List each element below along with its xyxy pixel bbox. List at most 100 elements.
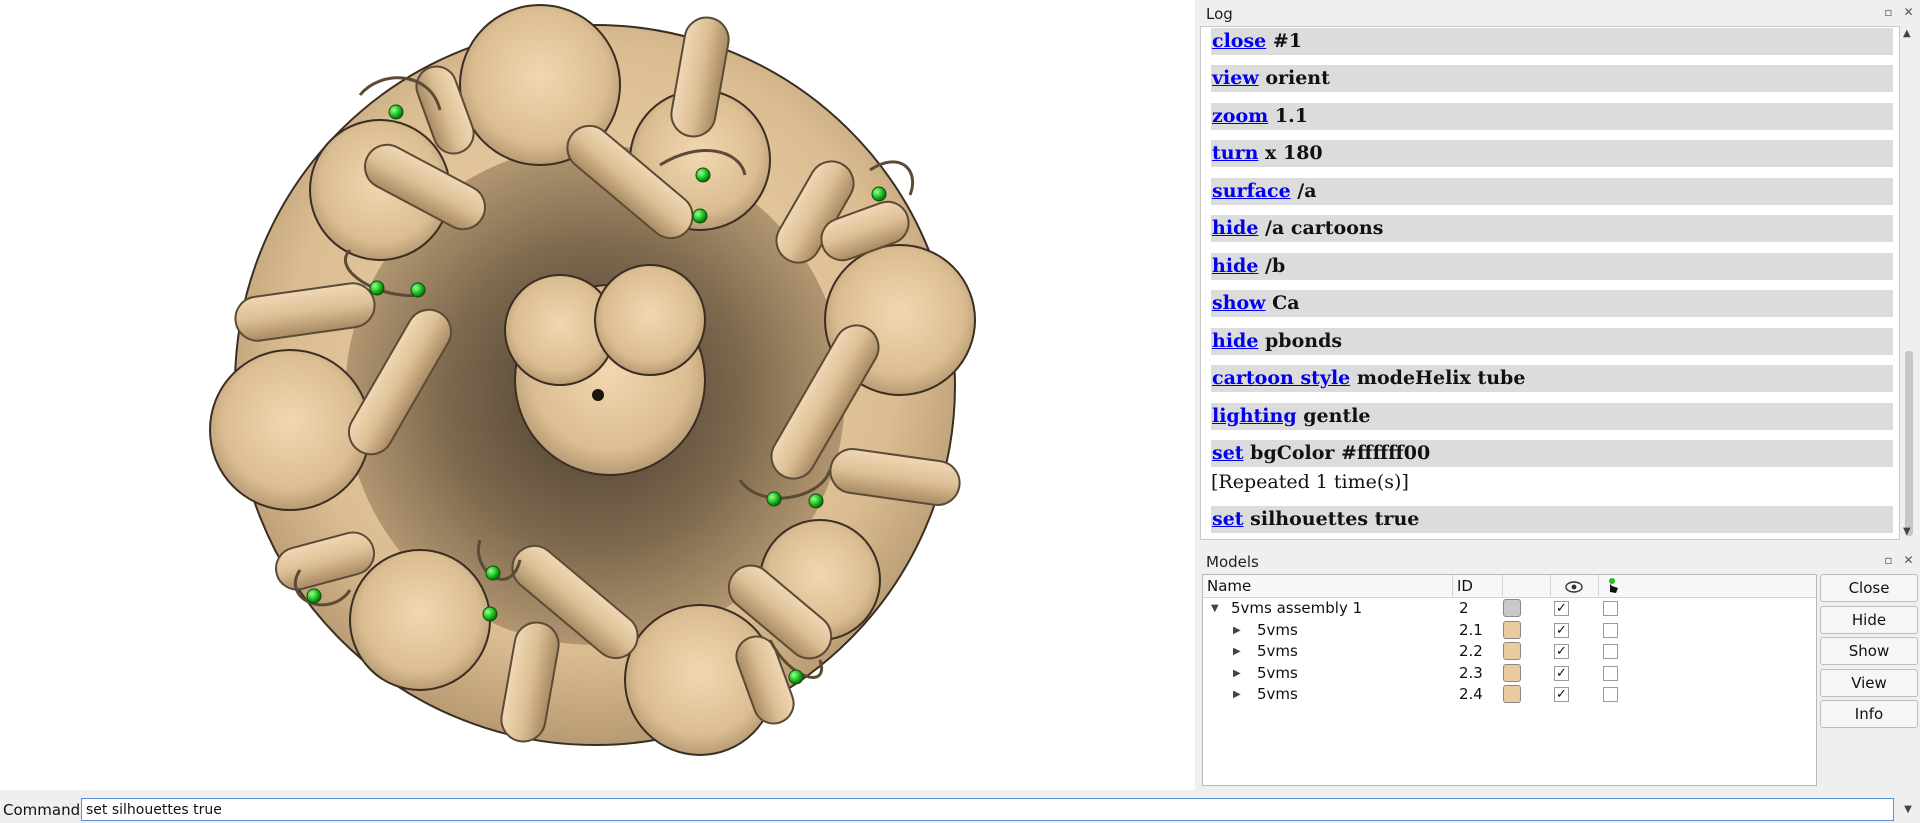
- molecule-render[interactable]: [0, 0, 1195, 790]
- log-command-row: close #1: [1211, 27, 1893, 55]
- model-color-swatch[interactable]: [1503, 685, 1521, 703]
- log-entry: cartoon style modeHelix tube: [1211, 365, 1893, 392]
- close-button[interactable]: Close: [1820, 574, 1918, 602]
- command-bar: Command: ▼: [0, 796, 1920, 823]
- collapse-arrow-icon[interactable]: ▶: [1233, 620, 1241, 641]
- column-header-select[interactable]: [1599, 575, 1816, 598]
- command-link[interactable]: lighting: [1212, 405, 1297, 427]
- model-row[interactable]: ▶ 5vms 2.1 ✓: [1203, 620, 1816, 641]
- models-dock: Models ▫ ✕ Name ID ▼ 5vms assembly 1 2 ✓ ▶ 5v…: [1200, 548, 1920, 790]
- command-history-dropdown-icon[interactable]: ▼: [1898, 798, 1918, 821]
- command-link[interactable]: set: [1212, 442, 1244, 464]
- command-link[interactable]: surface: [1212, 180, 1291, 202]
- log-command-row: cartoon style modeHelix tube: [1211, 365, 1893, 392]
- expand-arrow-icon[interactable]: ▼: [1211, 598, 1219, 619]
- model-row[interactable]: ▶ 5vms 2.4 ✓: [1203, 684, 1816, 705]
- log-command-row: set bgColor #ffffff00: [1211, 440, 1893, 467]
- column-header-shown[interactable]: [1551, 575, 1599, 598]
- command-args: silhouettes true: [1243, 507, 1420, 530]
- shown-checkbox[interactable]: ✓: [1554, 644, 1569, 659]
- shown-checkbox[interactable]: ✓: [1554, 687, 1569, 702]
- command-link[interactable]: zoom: [1212, 105, 1268, 127]
- model-name: 5vms: [1257, 663, 1298, 682]
- command-args: pbonds: [1258, 329, 1343, 352]
- column-header-name[interactable]: Name: [1203, 575, 1453, 598]
- close-icon[interactable]: ✕: [1902, 554, 1915, 567]
- log-entry: hide pbonds: [1211, 327, 1893, 355]
- model-color-swatch[interactable]: [1503, 663, 1521, 682]
- command-input[interactable]: [81, 798, 1894, 821]
- scroll-up-icon[interactable]: ▲: [1903, 28, 1911, 39]
- command-link[interactable]: cartoon style: [1212, 367, 1350, 389]
- pointer-select-icon: [1609, 578, 1618, 593]
- shown-checkbox[interactable]: ✓: [1554, 665, 1569, 681]
- log-entry: set silhouettes true: [1211, 505, 1893, 533]
- select-checkbox[interactable]: [1603, 644, 1618, 659]
- log-command-row: surface /a: [1211, 177, 1893, 205]
- log-entry: zoom 1.1: [1211, 102, 1893, 130]
- log-entry: hide /a cartoons: [1211, 215, 1893, 242]
- log-note: [Repeated 1 time(s)]: [1211, 471, 1409, 493]
- undock-icon[interactable]: ▫: [1882, 6, 1895, 19]
- command-args: modeHelix tube: [1350, 367, 1526, 389]
- model-name: 5vms: [1257, 620, 1298, 639]
- models-table[interactable]: Name ID ▼ 5vms assembly 1 2 ✓ ▶ 5vms 2.1 ✓ ▶ 5vms…: [1202, 574, 1817, 786]
- log-entry: close #1: [1211, 27, 1893, 55]
- log-title-bar[interactable]: Log ▫ ✕: [1200, 0, 1920, 26]
- show-button[interactable]: Show: [1820, 637, 1918, 665]
- log-entry: view orient: [1211, 65, 1893, 92]
- model-row[interactable]: ▶ 5vms 2.3 ✓: [1203, 663, 1816, 684]
- command-link[interactable]: close: [1212, 30, 1266, 52]
- command-link[interactable]: hide: [1212, 255, 1258, 277]
- log-command-row: lighting gentle: [1211, 402, 1893, 430]
- collapse-arrow-icon[interactable]: ▶: [1233, 641, 1241, 662]
- column-header-color[interactable]: [1503, 575, 1551, 598]
- command-args: /b: [1258, 254, 1286, 277]
- shown-checkbox[interactable]: ✓: [1554, 622, 1569, 638]
- collapse-arrow-icon[interactable]: ▶: [1233, 663, 1241, 684]
- model-id: 2.2: [1459, 642, 1483, 660]
- command-args: bgColor #ffffff00: [1243, 442, 1431, 464]
- scroll-thumb[interactable]: [1905, 351, 1913, 536]
- command-link[interactable]: hide: [1212, 217, 1258, 239]
- view-button[interactable]: View: [1820, 668, 1918, 697]
- model-color-swatch[interactable]: [1503, 642, 1521, 660]
- model-color-swatch[interactable]: [1503, 620, 1521, 639]
- log-entry: turn x 180: [1211, 140, 1893, 167]
- shown-checkbox[interactable]: ✓: [1554, 601, 1569, 616]
- model-color-swatch[interactable]: [1503, 599, 1521, 617]
- model-id: 2: [1459, 599, 1469, 617]
- log-entry: set bgColor #ffffff00 [Repeated 1 time(s)…: [1211, 440, 1893, 495]
- select-checkbox[interactable]: [1603, 622, 1618, 638]
- scroll-down-icon[interactable]: ▼: [1903, 526, 1911, 537]
- log-command-row: view orient: [1211, 65, 1893, 92]
- log-scrollbar[interactable]: ▲ ▼: [1900, 26, 1918, 540]
- graphics-viewer[interactable]: [0, 0, 1195, 790]
- command-link[interactable]: hide: [1212, 330, 1258, 352]
- select-checkbox[interactable]: [1603, 665, 1618, 681]
- log-panel[interactable]: close #1 view orient zoom 1.1 turn x 180 sur…: [1200, 26, 1900, 540]
- log-command-row: show Ca: [1211, 290, 1893, 317]
- close-icon[interactable]: ✕: [1902, 6, 1915, 19]
- model-row[interactable]: ▶ 5vms 2.2 ✓: [1203, 641, 1816, 662]
- command-link[interactable]: view: [1212, 67, 1259, 89]
- model-name: 5vms: [1257, 685, 1298, 703]
- command-link[interactable]: show: [1212, 292, 1266, 314]
- tool-panes: Log ▫ ✕ close #1 view orient zoom 1.1 turn …: [1200, 0, 1920, 790]
- column-header-id[interactable]: ID: [1453, 575, 1503, 598]
- models-title-bar[interactable]: Models ▫ ✕: [1200, 548, 1920, 574]
- command-link[interactable]: set: [1212, 508, 1244, 530]
- log-entry: lighting gentle: [1211, 402, 1893, 430]
- select-checkbox[interactable]: [1603, 601, 1618, 616]
- model-name: 5vms assembly 1: [1231, 599, 1363, 617]
- command-link[interactable]: turn: [1212, 142, 1258, 164]
- hide-button[interactable]: Hide: [1820, 605, 1918, 634]
- model-row[interactable]: ▼ 5vms assembly 1 2 ✓: [1203, 598, 1816, 619]
- log-entry: show Ca: [1211, 290, 1893, 317]
- command-args: #1: [1266, 29, 1303, 52]
- select-checkbox[interactable]: [1603, 687, 1618, 702]
- models-title: Models: [1206, 553, 1259, 571]
- collapse-arrow-icon[interactable]: ▶: [1233, 684, 1241, 705]
- undock-icon[interactable]: ▫: [1882, 554, 1895, 567]
- info-button[interactable]: Info: [1820, 700, 1918, 728]
